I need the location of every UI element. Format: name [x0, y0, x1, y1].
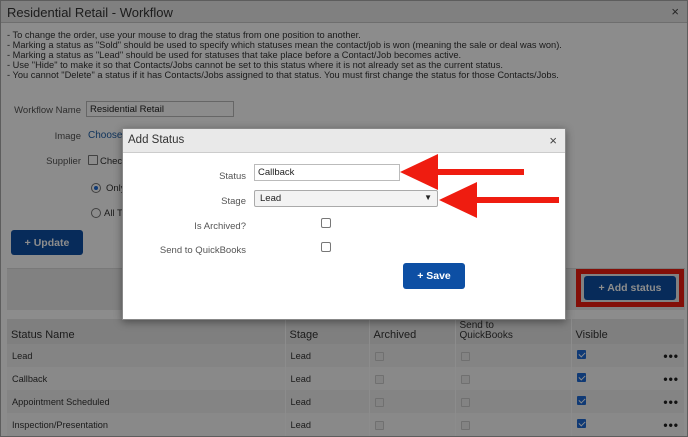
- chevron-down-icon: ▼: [424, 193, 432, 202]
- annotation-arrow-stage: [439, 182, 559, 218]
- stage-label: Stage: [221, 196, 246, 207]
- status-label: Status: [219, 171, 246, 182]
- send-to-quickbooks-checkbox[interactable]: [321, 242, 331, 252]
- dialog-close-icon[interactable]: ×: [549, 133, 557, 148]
- dialog-title: Add Status: [128, 134, 185, 146]
- save-button[interactable]: + Save: [403, 263, 465, 289]
- status-input[interactable]: [254, 164, 400, 181]
- stage-select[interactable]: Lead ▼: [254, 190, 438, 207]
- send-to-quickbooks-label: Send to QuickBooks: [159, 245, 246, 256]
- dialog-titlebar: Add Status ×: [123, 129, 565, 153]
- stage-selected-value: Lead: [260, 193, 282, 204]
- is-archived-checkbox[interactable]: [321, 218, 331, 228]
- is-archived-label: Is Archived?: [194, 221, 246, 232]
